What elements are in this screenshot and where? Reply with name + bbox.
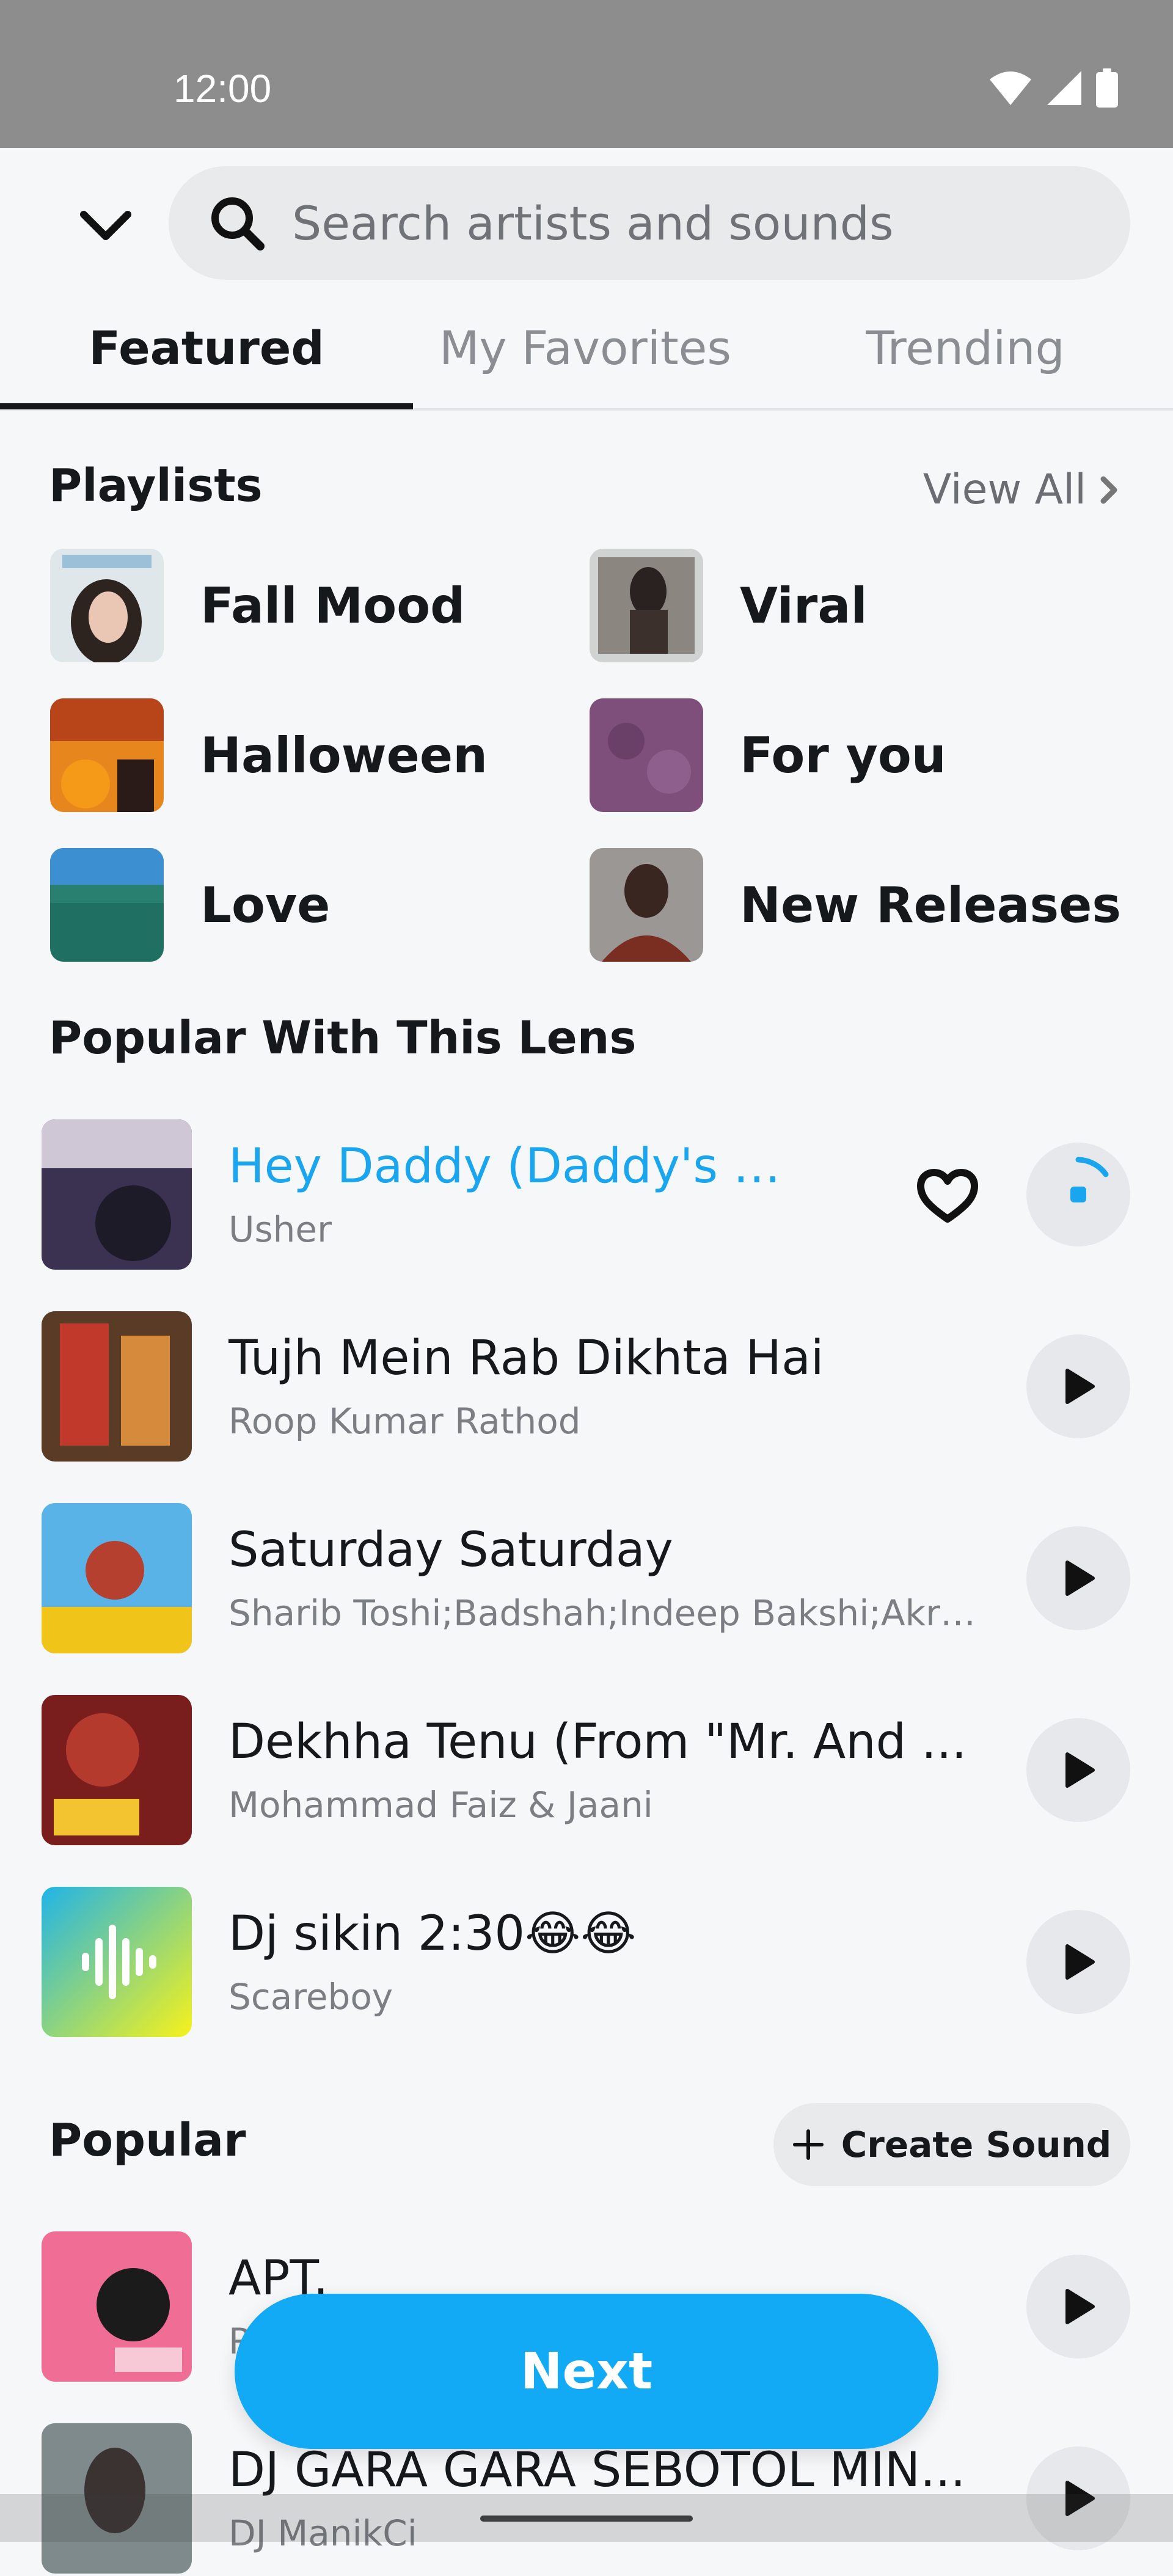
playlists-heading: Playlists xyxy=(49,459,263,512)
playlist-new-releases[interactable]: New Releases xyxy=(590,848,1121,962)
search-input[interactable]: Search artists and sounds xyxy=(169,166,1130,280)
playlist-cover xyxy=(590,549,703,662)
track-row[interactable]: Dekhha Tenu (From "Mr. And ... Mohammad … xyxy=(0,1695,1173,1848)
track-artist: Mohammad Faiz & Jaani xyxy=(228,1784,653,1826)
status-time: 12:00 xyxy=(174,67,272,111)
chevron-right-icon xyxy=(1100,476,1117,503)
home-indicator[interactable] xyxy=(480,2516,693,2522)
playlist-love[interactable]: Love xyxy=(50,848,330,962)
track-artist: Sharib Toshi;Badshah;Indeep Bakshi;Akrit… xyxy=(228,1592,980,1634)
loading-spinner-icon xyxy=(1070,1157,1109,1202)
view-all-link[interactable]: View All xyxy=(923,466,1118,514)
play-icon xyxy=(1065,2289,1095,2324)
track-artwork xyxy=(42,1887,192,2037)
create-sound-button[interactable]: Create Sound xyxy=(773,2103,1130,2186)
track-title: Dekhha Tenu (From "Mr. And ... xyxy=(228,1714,967,1769)
search-placeholder: Search artists and sounds xyxy=(292,196,894,251)
track-row[interactable]: Dj sikin 2:30😂😂 Scareboy xyxy=(0,1887,1173,2040)
playlist-label: New Releases xyxy=(740,876,1121,934)
active-tab-indicator xyxy=(0,403,413,409)
play-button[interactable] xyxy=(1026,2255,1130,2358)
next-button[interactable]: Next xyxy=(235,2294,938,2449)
playlist-cover xyxy=(50,549,164,662)
chevron-down-icon xyxy=(80,211,131,240)
playlist-for-you[interactable]: For you xyxy=(590,698,946,812)
track-row[interactable]: Saturday Saturday Sharib Toshi;Badshah;I… xyxy=(0,1503,1173,1656)
tab-trending[interactable]: Trending xyxy=(813,287,1118,408)
popular-heading: Popular xyxy=(49,2114,246,2167)
play-button[interactable] xyxy=(1026,1334,1130,1438)
track-title: Tujh Mein Rab Dikhta Hai xyxy=(228,1331,824,1386)
playlist-cover xyxy=(590,698,703,812)
track-artwork xyxy=(42,2231,192,2382)
playlist-viral[interactable]: Viral xyxy=(590,549,868,662)
playlist-fall-mood[interactable]: Fall Mood xyxy=(50,549,465,662)
playlist-cover xyxy=(590,848,703,962)
signal-icon xyxy=(1047,71,1081,105)
heart-icon xyxy=(917,1169,978,1223)
wifi-icon xyxy=(990,71,1031,105)
view-all-label: View All xyxy=(923,466,1086,514)
track-title: Hey Daddy (Daddy's Ho... xyxy=(228,1139,815,1194)
track-artwork xyxy=(42,1695,192,1845)
search-icon xyxy=(206,192,268,254)
track-artist: Roop Kumar Rathod xyxy=(228,1400,581,1442)
tab-my-favorites[interactable]: My Favorites xyxy=(413,287,758,408)
playlist-label: Halloween xyxy=(200,726,488,784)
track-artwork xyxy=(42,1311,192,1462)
status-bar: 12:00 xyxy=(0,0,1173,148)
popular-with-lens-heading: Popular With This Lens xyxy=(49,1012,637,1064)
play-button[interactable] xyxy=(1026,1910,1130,2014)
play-button[interactable] xyxy=(1026,1526,1130,1630)
playlist-halloween[interactable]: Halloween xyxy=(50,698,488,812)
playlist-cover xyxy=(50,698,164,812)
play-icon xyxy=(1065,1561,1095,1596)
battery-icon xyxy=(1096,68,1118,108)
play-icon xyxy=(1065,1944,1095,1980)
track-artwork xyxy=(42,1119,192,1270)
collapse-button[interactable] xyxy=(72,196,139,257)
tab-featured[interactable]: Featured xyxy=(0,287,413,408)
track-title: Saturday Saturday xyxy=(228,1523,673,1578)
track-artwork xyxy=(42,1503,192,1653)
playlist-label: For you xyxy=(740,726,946,784)
track-artist: Usher xyxy=(228,1209,332,1250)
tab-bar: Featured My Favorites Trending xyxy=(0,287,1173,411)
favorite-button[interactable] xyxy=(914,1162,981,1229)
track-row[interactable]: Tujh Mein Rab Dikhta Hai Roop Kumar Rath… xyxy=(0,1311,1173,1464)
playlist-label: Love xyxy=(200,876,331,934)
track-title: Dj sikin 2:30😂😂 xyxy=(228,1906,637,1961)
plus-icon xyxy=(792,2129,824,2160)
playlist-cover xyxy=(50,848,164,962)
play-icon xyxy=(1065,1369,1095,1404)
track-row[interactable]: Hey Daddy (Daddy's Ho... Usher xyxy=(0,1119,1173,1272)
play-icon xyxy=(1065,1752,1095,1788)
loading-button[interactable] xyxy=(1026,1143,1130,1246)
play-button[interactable] xyxy=(1026,1718,1130,1822)
playlist-label: Viral xyxy=(740,577,868,634)
status-icons xyxy=(988,68,1118,108)
track-title: DJ GARA GARA SEBOTOL MIN... xyxy=(228,2443,966,2498)
playlist-label: Fall Mood xyxy=(200,577,466,634)
track-artist: Scareboy xyxy=(228,1976,393,2018)
create-sound-label: Create Sound xyxy=(841,2124,1112,2165)
